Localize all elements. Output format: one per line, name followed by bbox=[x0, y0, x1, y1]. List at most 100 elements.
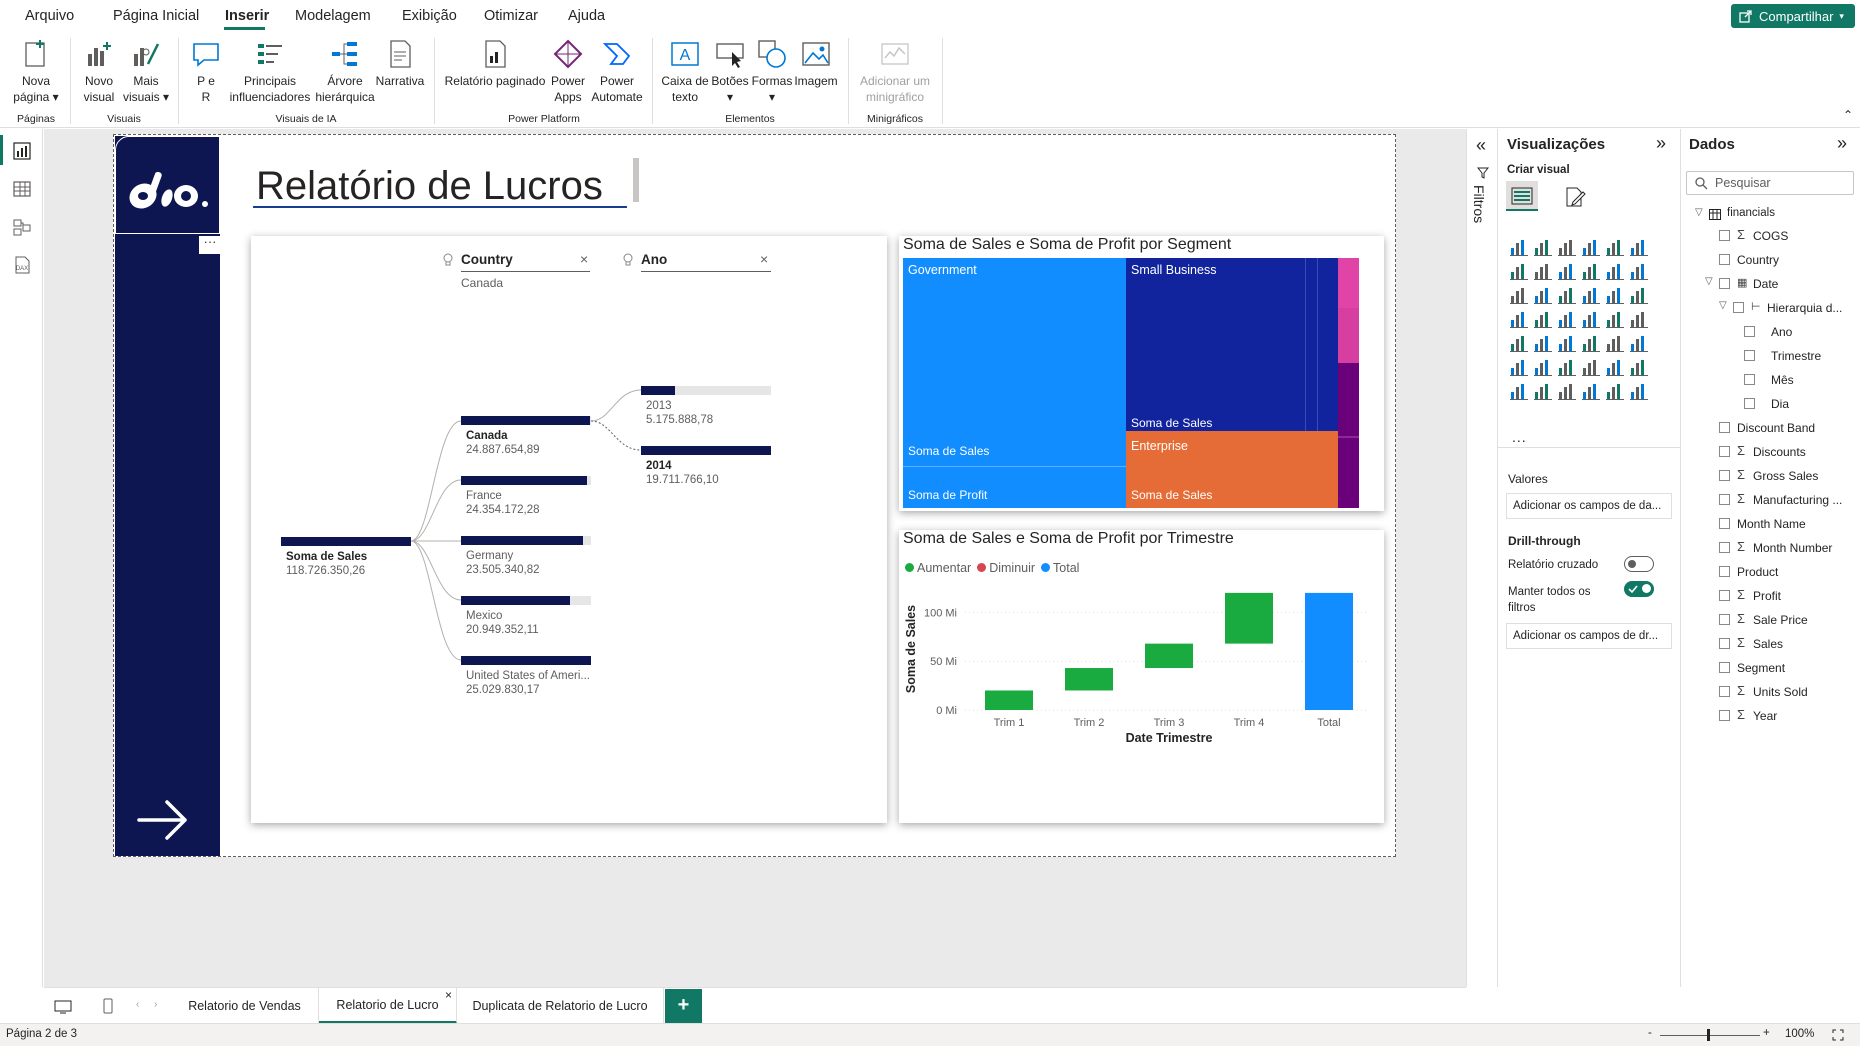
qa-icon[interactable] bbox=[1580, 356, 1602, 378]
chevron-down-icon[interactable]: ▽ bbox=[1705, 276, 1713, 287]
fit-to-page-icon[interactable] bbox=[1832, 1029, 1844, 1041]
power-apps-icon[interactable] bbox=[1556, 380, 1578, 402]
decomp-node-bar[interactable] bbox=[461, 536, 591, 545]
botoes-button[interactable]: Botões ▾ bbox=[708, 32, 752, 105]
desktop-view-icon[interactable] bbox=[54, 1000, 72, 1014]
filled-map-icon[interactable] bbox=[1556, 308, 1578, 330]
adicionar-minigrafico-button[interactable]: Adicionar um minigráfico bbox=[854, 32, 936, 105]
r-visual-icon[interactable] bbox=[1628, 332, 1650, 354]
menu-arquivo[interactable]: Arquivo bbox=[25, 8, 74, 24]
field-checkbox[interactable] bbox=[1719, 590, 1730, 601]
field-checkbox[interactable] bbox=[1719, 710, 1730, 721]
novo-visual-button[interactable]: Novo visual bbox=[76, 32, 122, 105]
sparkline-icon[interactable] bbox=[1532, 380, 1554, 402]
100-stacked-area-icon[interactable] bbox=[1580, 260, 1602, 282]
decomp-node-bar[interactable] bbox=[641, 446, 771, 455]
field-checkbox[interactable] bbox=[1719, 662, 1730, 673]
principais-influenciadores-button[interactable]: Principais influenciadores bbox=[228, 32, 312, 105]
field-row[interactable]: Σ Month Number bbox=[1681, 539, 1860, 559]
p-e-r-button[interactable]: P e R bbox=[186, 32, 226, 105]
build-visual-tab[interactable] bbox=[1506, 181, 1538, 211]
more-options-icon[interactable]: ··· bbox=[199, 235, 221, 254]
field-row[interactable]: Σ Manufacturing ... bbox=[1681, 491, 1860, 511]
more-visuals-ellipsis[interactable]: ... bbox=[1512, 429, 1527, 445]
format-visual-icon[interactable] bbox=[1563, 186, 1587, 208]
add-page-button[interactable]: + bbox=[665, 989, 702, 1023]
field-checkbox[interactable] bbox=[1719, 566, 1730, 577]
field-row[interactable]: Country bbox=[1681, 251, 1860, 271]
field-row[interactable]: Trimestre bbox=[1681, 347, 1860, 367]
field-checkbox[interactable] bbox=[1719, 230, 1730, 241]
treemap-tile-magenta[interactable] bbox=[1338, 308, 1359, 363]
menu-pagina-inicial[interactable]: Página Inicial bbox=[113, 8, 199, 24]
chevron-right-icon[interactable]: » bbox=[1656, 133, 1666, 154]
field-checkbox[interactable] bbox=[1719, 614, 1730, 625]
data-search-input[interactable]: Pesquisar bbox=[1686, 171, 1854, 195]
field-row[interactable]: Segment bbox=[1681, 659, 1860, 679]
power-automate-button[interactable]: Power Automate bbox=[588, 32, 646, 105]
table-financials[interactable]: financials bbox=[1727, 207, 1775, 219]
field-row[interactable]: Σ Sales bbox=[1681, 635, 1860, 655]
mais-visuais-button[interactable]: Mais visuais ▾ bbox=[120, 32, 172, 105]
waterfall-icon[interactable] bbox=[1532, 284, 1554, 306]
treemap-tile-purple[interactable] bbox=[1338, 363, 1359, 508]
field-row[interactable]: Σ Gross Sales bbox=[1681, 467, 1860, 487]
imagem-button[interactable]: Imagem bbox=[792, 32, 840, 89]
card-new-icon[interactable] bbox=[1580, 380, 1602, 402]
tab-relatorio-de-lucro[interactable]: Relatorio de Lucro × bbox=[319, 988, 457, 1024]
gauge-icon[interactable] bbox=[1604, 308, 1626, 330]
zoom-slider-track[interactable] bbox=[1660, 1035, 1760, 1036]
field-checkbox[interactable] bbox=[1744, 374, 1755, 385]
mobile-view-icon[interactable] bbox=[103, 998, 113, 1014]
menu-otimizar[interactable]: Otimizar bbox=[484, 8, 538, 24]
tab-scroll-left-icon[interactable]: ‹ bbox=[136, 999, 139, 1010]
field-checkbox[interactable] bbox=[1744, 326, 1755, 337]
100-stacked-column-icon[interactable] bbox=[1628, 236, 1650, 258]
funnel-icon[interactable] bbox=[1556, 284, 1578, 306]
share-button[interactable]: Compartilhar ▾ bbox=[1731, 4, 1855, 28]
field-checkbox[interactable] bbox=[1719, 254, 1730, 265]
stacked-bar-icon[interactable] bbox=[1508, 236, 1530, 258]
narrative-icon[interactable] bbox=[1604, 356, 1626, 378]
ribbon-icon[interactable] bbox=[1508, 284, 1530, 306]
decomposition-tree-visual[interactable]: Country × Canada Ano × Soma de Sales 118.… bbox=[251, 236, 887, 823]
field-row[interactable]: Σ COGS bbox=[1681, 227, 1860, 247]
field-checkbox[interactable] bbox=[1719, 686, 1730, 697]
nova-pagina-button[interactable]: Nova página ▾ bbox=[8, 32, 64, 105]
arrow-right-icon[interactable] bbox=[137, 796, 189, 844]
field-checkbox[interactable] bbox=[1719, 278, 1730, 289]
multi-row-card-icon[interactable] bbox=[1508, 332, 1530, 354]
field-checkbox[interactable] bbox=[1744, 398, 1755, 409]
python-visual-icon[interactable] bbox=[1508, 356, 1530, 378]
decomp-node-bar[interactable] bbox=[641, 386, 771, 395]
decomp-root-bar[interactable] bbox=[281, 537, 411, 546]
decomposition-tree-icon[interactable] bbox=[1556, 356, 1578, 378]
chevron-right-icon[interactable]: » bbox=[1837, 133, 1847, 154]
drill-through-drop-field[interactable]: Adicionar os campos de dr... bbox=[1506, 623, 1672, 649]
tab-relatorio-de-vendas[interactable]: Relatorio de Vendas bbox=[171, 988, 319, 1024]
arvore-hierarquica-button[interactable]: Árvore hierárquica bbox=[310, 32, 380, 105]
tab-scroll-right-icon[interactable]: › bbox=[154, 999, 157, 1010]
clustered-column-icon[interactable] bbox=[1580, 236, 1602, 258]
dax-query-icon[interactable]: DAX bbox=[12, 255, 32, 275]
clustered-bar-icon[interactable] bbox=[1556, 236, 1578, 258]
narrativa-button[interactable]: Narrativa bbox=[372, 32, 428, 89]
field-checkbox[interactable] bbox=[1719, 470, 1730, 481]
field-checkbox[interactable] bbox=[1719, 638, 1730, 649]
legend-item-total[interactable]: Total bbox=[1041, 561, 1079, 575]
menu-ajuda[interactable]: Ajuda bbox=[568, 8, 605, 24]
treemap-visual[interactable]: Soma de Sales e Soma de Profit por Segme… bbox=[899, 236, 1384, 511]
tab-close-icon[interactable]: × bbox=[445, 988, 452, 1002]
stacked-column-icon[interactable] bbox=[1532, 236, 1554, 258]
table-icon[interactable] bbox=[1580, 332, 1602, 354]
field-row[interactable]: Σ Profit bbox=[1681, 587, 1860, 607]
field-checkbox[interactable] bbox=[1719, 494, 1730, 505]
field-row[interactable]: Σ Discounts bbox=[1681, 443, 1860, 463]
model-view-icon[interactable] bbox=[12, 217, 32, 237]
field-checkbox[interactable] bbox=[1719, 542, 1730, 553]
menu-inserir[interactable]: Inserir bbox=[225, 8, 269, 24]
field-row[interactable]: ▽ ⊢ Hierarquia d... bbox=[1681, 299, 1860, 319]
zoom-out-button[interactable]: - bbox=[1648, 1027, 1652, 1039]
field-row[interactable]: Σ Sale Price bbox=[1681, 611, 1860, 631]
caixa-de-texto-button[interactable]: A Caixa de texto bbox=[660, 32, 710, 105]
